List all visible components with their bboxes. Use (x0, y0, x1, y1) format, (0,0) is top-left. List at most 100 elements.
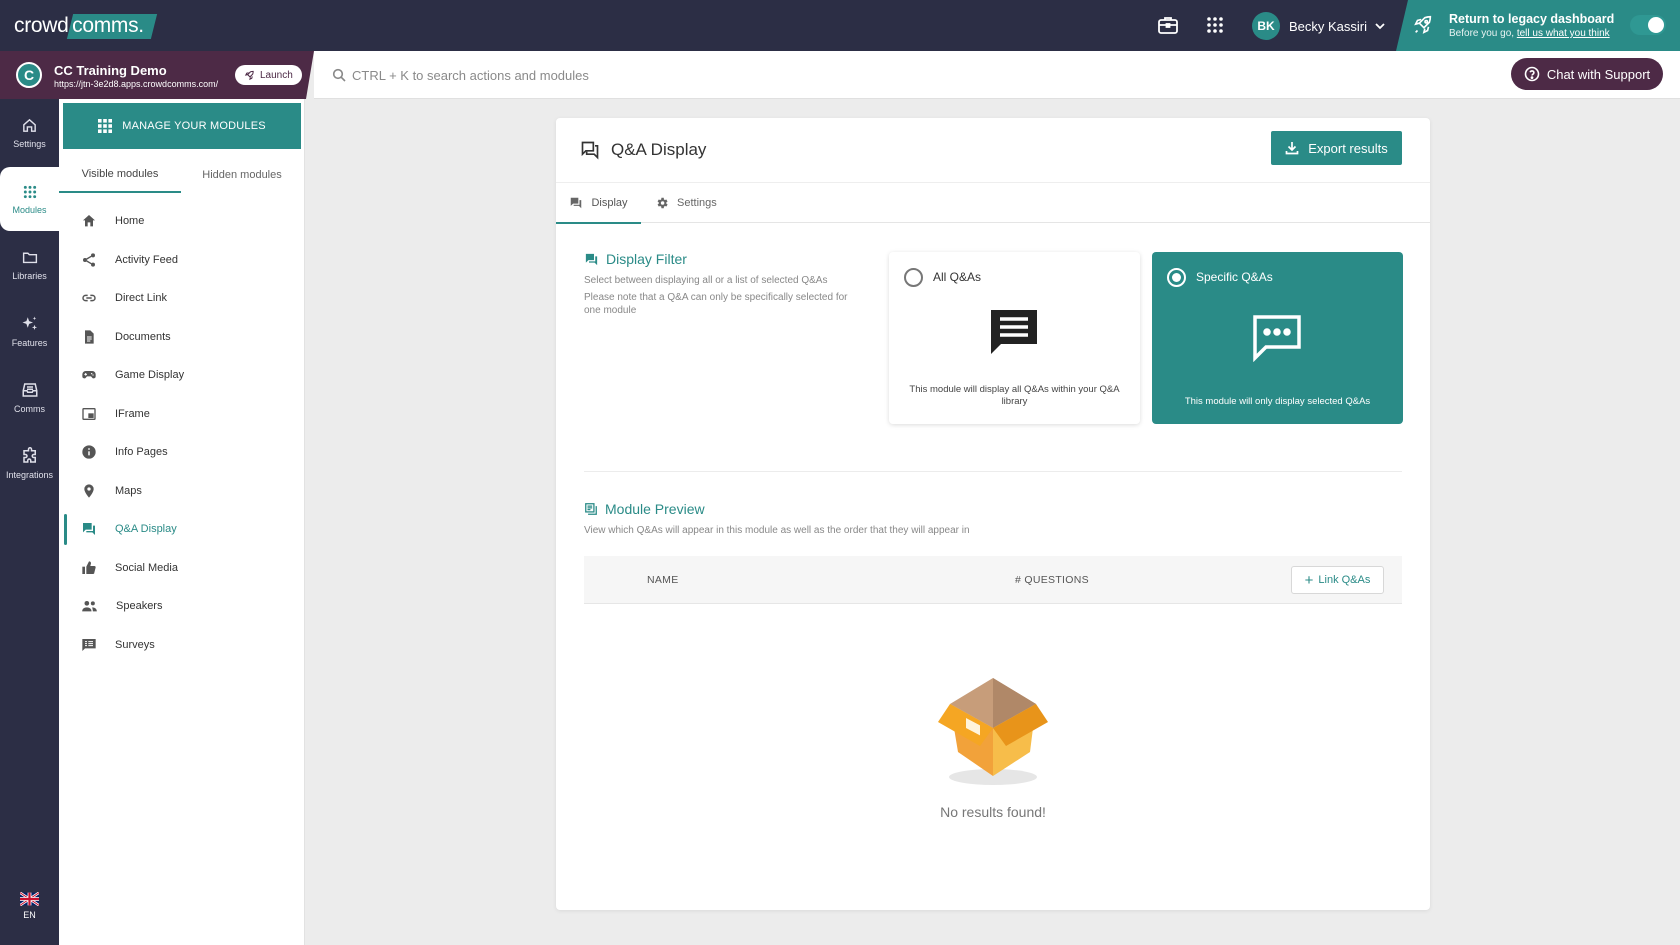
column-questions[interactable]: # QUESTIONS (1015, 574, 1089, 586)
grid-icon (98, 119, 113, 133)
export-results-label: Export results (1308, 140, 1388, 156)
workspace-name: CC Training Demo (54, 63, 167, 78)
folder-icon (22, 252, 37, 264)
link-qas-button[interactable]: + Link Q&As (1291, 566, 1384, 594)
module-item-iframe[interactable]: IFrame (59, 395, 305, 434)
manage-modules-label: MANAGE YOUR MODULES (122, 120, 266, 132)
radio-specific-qas[interactable] (1167, 268, 1186, 287)
home-icon (83, 215, 95, 227)
rail-item-modules[interactable]: Modules (0, 167, 59, 231)
rail-item-integrations[interactable]: Integrations (0, 431, 59, 495)
module-item-info-pages[interactable]: Info Pages (59, 433, 305, 472)
search-icon (332, 68, 346, 82)
iframe-icon (82, 407, 96, 420)
user-menu[interactable]: BK Becky Kassiri (1252, 12, 1387, 40)
radio-all-qas[interactable] (904, 268, 923, 287)
search-input[interactable] (352, 63, 952, 87)
chat-dots-icon (1253, 315, 1301, 362)
rail-label: Settings (13, 139, 46, 149)
launch-button[interactable]: Launch (235, 65, 302, 85)
page-title: Q&A Display (611, 140, 707, 159)
briefcase-icon[interactable] (1156, 13, 1180, 37)
module-item-activity-feed[interactable]: Activity Feed (59, 241, 305, 280)
legacy-toggle[interactable] (1630, 15, 1666, 35)
language-selector[interactable]: EN (0, 892, 59, 920)
panel-header: Q&A Display Export results (556, 118, 1430, 182)
export-results-button[interactable]: Export results (1271, 131, 1402, 165)
grid-icon (23, 185, 36, 198)
crowdcomms-logo[interactable]: crowd comms. (14, 12, 157, 40)
chat-with-support-label: Chat with Support (1546, 66, 1651, 82)
module-item-maps[interactable]: Maps (59, 472, 305, 511)
logo-text-comms: comms. (66, 13, 157, 39)
legacy-subtitle: Before you go, tell us what you think (1449, 28, 1610, 39)
thumbs-up-icon (82, 561, 96, 574)
avatar: BK (1252, 12, 1280, 40)
module-visibility-tabs: Visible modules Hidden modules (59, 157, 305, 193)
logo-text-crowd: crowd (14, 14, 69, 37)
option-label: All Q&As (933, 270, 982, 284)
main-nav-rail: Settings Modules Libraries Features Comm… (0, 99, 59, 945)
option-description: This module will display all Q&As within… (909, 384, 1120, 407)
legacy-title: Return to legacy dashboard (1449, 12, 1615, 26)
uk-flag-icon (20, 892, 39, 906)
launch-label: Launch (260, 69, 293, 81)
option-specific-qas[interactable]: Specific Q&As This module will only disp… (1152, 252, 1403, 424)
help-circle-icon (1524, 66, 1540, 82)
qa-icon (83, 523, 95, 536)
module-item-direct-link[interactable]: Direct Link (59, 279, 305, 318)
rail-item-comms[interactable]: Comms (0, 365, 59, 429)
manage-modules-button[interactable]: MANAGE YOUR MODULES (63, 103, 301, 149)
rail-item-libraries[interactable]: Libraries (0, 233, 59, 297)
rocket-icon (244, 70, 255, 81)
home-icon (23, 118, 36, 132)
qa-icon (585, 253, 598, 265)
apps-grid-icon[interactable] (1203, 13, 1227, 37)
map-pin-icon (84, 484, 94, 498)
rail-label: Comms (14, 403, 45, 414)
rail-label: Libraries (12, 271, 47, 281)
feedback-link[interactable]: tell us what you think (1517, 28, 1610, 39)
empty-box-icon (938, 678, 1048, 785)
workspace-url[interactable]: https://jtn-3e2d8.apps.crowdcomms.com/ (54, 79, 218, 89)
tab-hidden-modules[interactable]: Hidden modules (181, 157, 303, 193)
top-bar: crowd comms. BK Becky Kassiri Return to … (0, 0, 1680, 51)
module-item-game-display[interactable]: Game Display (59, 356, 305, 395)
display-filter-title: Display Filter (584, 251, 687, 267)
language-label: EN (23, 910, 36, 920)
module-item-speakers[interactable]: Speakers (59, 587, 305, 626)
rail-label: Integrations (5, 469, 54, 480)
puzzle-icon (22, 446, 36, 463)
rocket-icon (1412, 14, 1434, 36)
gamepad-icon (82, 371, 96, 379)
rail-item-features[interactable]: Features (0, 299, 59, 363)
rail-item-settings[interactable]: Settings (0, 101, 59, 165)
option-all-qas[interactable]: All Q&As This module will display all Q&… (889, 252, 1140, 424)
module-item-documents[interactable]: Documents (59, 318, 305, 357)
rail-label: Features (11, 337, 48, 348)
module-item-surveys[interactable]: Surveys (59, 626, 305, 665)
chat-with-support-button[interactable]: Chat with Support (1511, 58, 1663, 90)
survey-icon (82, 638, 96, 651)
people-icon (82, 601, 97, 612)
tab-visible-modules[interactable]: Visible modules (59, 157, 181, 193)
module-item-qa-display[interactable]: Q&A Display (59, 510, 305, 549)
user-name: Becky Kassiri (1289, 18, 1368, 34)
inbox-icon (22, 382, 37, 397)
qa-icon (580, 140, 600, 160)
tab-settings[interactable]: Settings (655, 183, 717, 223)
tab-display[interactable]: Display (556, 183, 641, 224)
module-preview-title: Module Preview (584, 501, 705, 517)
gear-icon (657, 197, 668, 209)
module-item-social-media[interactable]: Social Media (59, 549, 305, 588)
column-name[interactable]: NAME (647, 574, 679, 586)
link-qas-label: Link Q&As (1318, 574, 1371, 586)
module-item-home[interactable]: Home (59, 202, 305, 241)
rail-label: Modules (12, 204, 47, 215)
document-icon (85, 330, 94, 344)
share-icon (83, 253, 95, 267)
plus-icon: + (1304, 571, 1314, 589)
section-divider (584, 471, 1402, 472)
option-label: Specific Q&As (1196, 270, 1273, 284)
legacy-dashboard-banner: Return to legacy dashboard Before you go… (1396, 0, 1680, 51)
